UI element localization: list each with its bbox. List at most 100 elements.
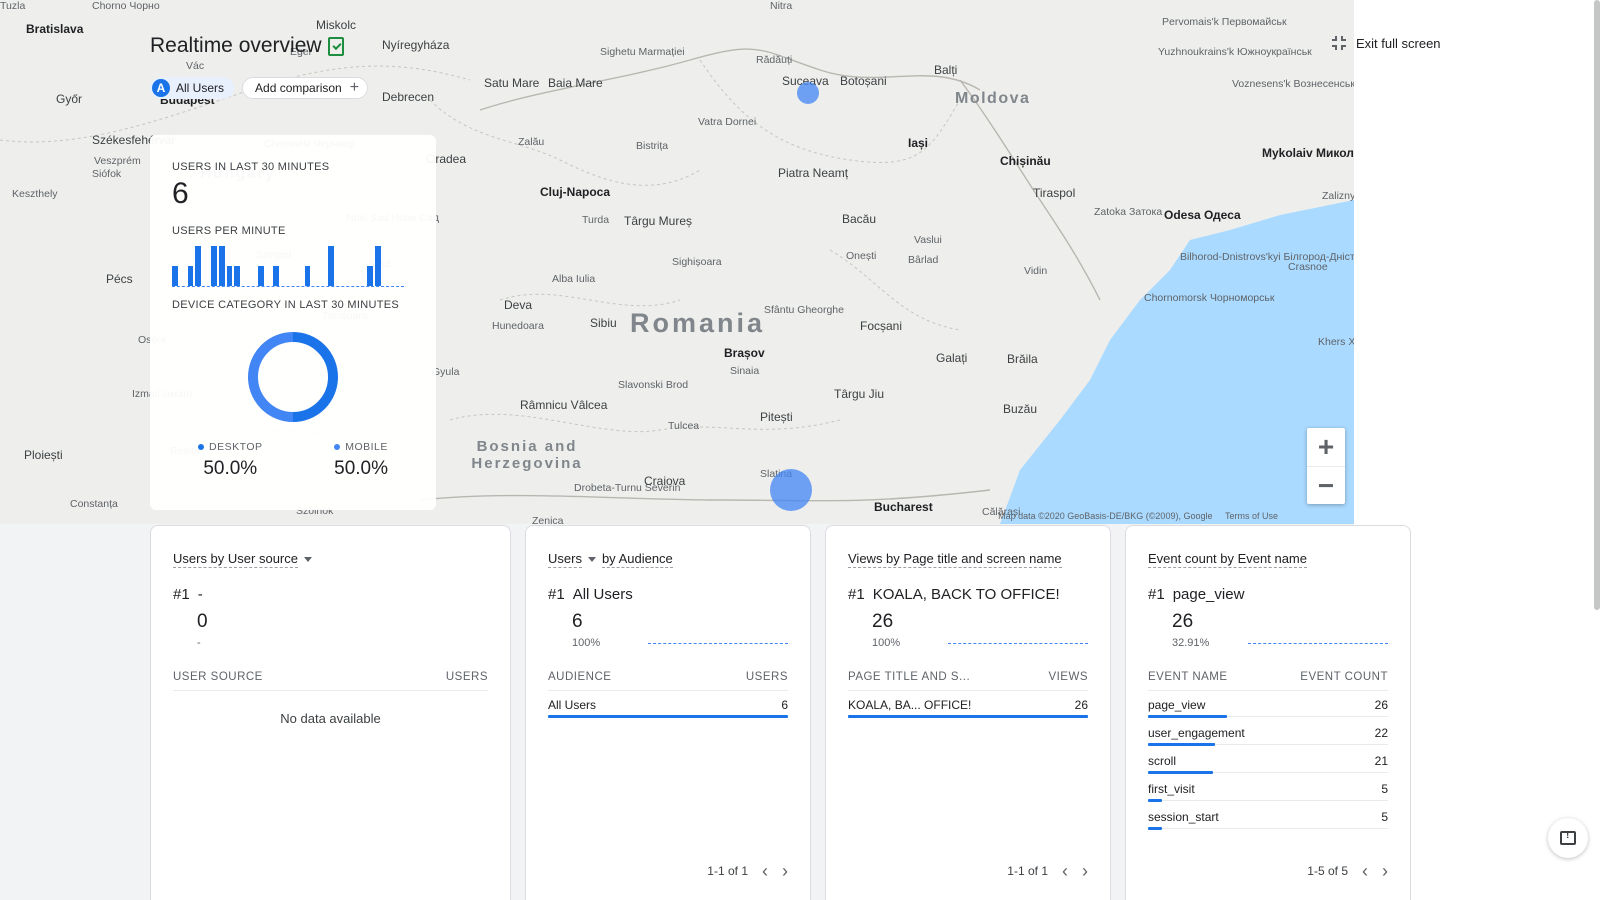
row-name: user_engagement: [1148, 726, 1245, 740]
map-label-sibiu: Sibiu: [590, 316, 617, 330]
prev-page-icon[interactable]: ‹: [1362, 862, 1368, 880]
map-label-r-d-u-i: Rădăuți: [756, 54, 793, 66]
map-label-bac-u: Bacău: [842, 212, 877, 226]
realtime-summary-card: USERS IN LAST 30 MINUTES 6 USERS PER MIN…: [150, 135, 436, 510]
exit-fullscreen-button[interactable]: Exit full screen: [1320, 24, 1453, 62]
next-page-icon[interactable]: ›: [782, 862, 788, 880]
row-name: All Users: [548, 698, 597, 712]
map-label-ploie-ti: Ploiești: [24, 448, 63, 462]
table-row[interactable]: scroll 21: [1148, 747, 1388, 775]
col-users: USERS: [445, 671, 488, 683]
card-events-title-text: Event count by Event name: [1148, 550, 1307, 568]
map-label-satu-mare: Satu Mare: [484, 76, 540, 90]
table-row[interactable]: page_view 26: [1148, 691, 1388, 719]
top-value: 26: [872, 611, 894, 632]
segment-badge: A: [152, 79, 170, 97]
row-name: first_visit: [1148, 782, 1195, 796]
table-body: page_view 26 user_engagement 22 scroll 21 firs…: [1148, 691, 1388, 831]
map-label-bucharest: Bucharest: [874, 500, 933, 514]
top-pct: 100%: [572, 637, 601, 649]
col-page-title: PAGE TITLE AND S...: [848, 671, 971, 683]
table-row[interactable]: All Users 6: [548, 691, 788, 719]
comparison-chips: A All Users Add comparison +: [150, 77, 369, 99]
next-page-icon[interactable]: ›: [1082, 862, 1088, 880]
card-audience-title[interactable]: Users by Audience: [548, 550, 788, 568]
map-label-gala-i: Galați: [936, 351, 968, 365]
row-name: session_start: [1148, 810, 1219, 824]
table-row[interactable]: KOALA, BA... OFFICE! 26: [848, 691, 1088, 719]
map-label-chornomorsk: Chornomorsk Чорноморськ: [1144, 292, 1275, 304]
all-users-chip[interactable]: A All Users: [150, 77, 235, 99]
row-value: 22: [1374, 726, 1388, 740]
feedback-button[interactable]: [1548, 818, 1588, 858]
map-label-vatra-dornei: Vatra Dornei: [698, 116, 757, 128]
col-event-count: EVENT COUNT: [1300, 671, 1388, 683]
row-value: 5: [1381, 810, 1388, 824]
table-row[interactable]: first_visit 5: [1148, 775, 1388, 803]
per-minute-bar: [172, 266, 178, 286]
map-label-moldova: Moldova: [955, 90, 1031, 107]
col-user-source: USER SOURCE: [173, 671, 263, 683]
card-source-title[interactable]: Users by User source: [173, 550, 488, 568]
top-rank: #1: [548, 586, 565, 603]
per-minute-bar: [327, 246, 334, 286]
per-minute-bar: [226, 266, 233, 286]
device-donut-chart[interactable]: [172, 329, 414, 425]
map-attribution: Map data ©2020 GeoBasis-DE/BKG (©2009), …: [988, 511, 1278, 521]
map-label-sighetu-marma-iei: Sighetu Marmației: [600, 46, 685, 58]
zoom-in-button[interactable]: +: [1307, 428, 1345, 466]
sparkline: [948, 643, 1088, 644]
map-label-odesa: Odesa Одеса: [1164, 208, 1241, 222]
map-label-zenica: Zenica: [532, 515, 564, 524]
users-bubble-bucharest[interactable]: [770, 469, 812, 511]
per-minute-bar: [273, 266, 280, 286]
legend-desktop-label: DESKTOP: [209, 441, 263, 453]
card-events-title[interactable]: Event count by Event name: [1148, 550, 1388, 568]
page-scrollbar[interactable]: [1594, 0, 1600, 610]
map-label-tulcea: Tulcea: [668, 420, 700, 432]
table-header: AUDIENCE USERS: [548, 671, 788, 691]
next-page-icon[interactable]: ›: [1382, 862, 1388, 880]
card-audience-dimension: by Audience: [601, 550, 673, 568]
terms-of-use-link[interactable]: Terms of Use: [1225, 511, 1278, 521]
feedback-icon: [1560, 830, 1576, 845]
row-value: 26: [1074, 698, 1088, 712]
prev-page-icon[interactable]: ‹: [762, 862, 768, 880]
users-per-minute-chart[interactable]: [172, 245, 404, 287]
map-label-v-c: Vác: [186, 60, 205, 72]
legend-desktop: DESKTOP 50.0%: [198, 441, 263, 480]
per-minute-bar: [374, 246, 381, 286]
users-30min-value: 6: [172, 177, 189, 210]
row-bar-fill: [548, 715, 788, 718]
card-event-count: Event count by Event name #1 page_view 2…: [1125, 525, 1411, 900]
map-label-nitra: Nitra: [770, 0, 793, 12]
map-label-voznesens-k: Voznesens'k Вознесенськ: [1232, 78, 1354, 90]
table-row[interactable]: session_start 5: [1148, 803, 1388, 831]
top-item: #1 -: [173, 586, 488, 603]
top-item: #1 All Users: [548, 586, 788, 603]
add-comparison-button[interactable]: Add comparison +: [242, 77, 369, 99]
table-row[interactable]: user_engagement 22: [1148, 719, 1388, 747]
dropdown-caret-icon: [303, 556, 312, 562]
map-label-sf-ntu-gheorghe: Sfântu Gheorghe: [764, 304, 844, 316]
table-body: All Users 6: [548, 691, 788, 719]
donut-slice-desktop[interactable]: [292, 332, 338, 422]
map-label-ny-regyh-za: Nyíregyháza: [382, 38, 450, 52]
map-label-pite-ti: Pitești: [760, 410, 793, 424]
users-bubble-suceava[interactable]: [797, 82, 819, 104]
prev-page-icon[interactable]: ‹: [1062, 862, 1068, 880]
map-label-deva: Deva: [504, 298, 533, 312]
row-bar-fill: [1148, 799, 1163, 802]
row-name: page_view: [1148, 698, 1206, 712]
page-title: Realtime overview: [150, 34, 344, 58]
zoom-out-button[interactable]: −: [1307, 466, 1345, 504]
donut-slice-mobile[interactable]: [248, 332, 294, 422]
legend-mobile-value: 50.0%: [334, 458, 388, 479]
card-views-title[interactable]: Views by Page title and screen name: [848, 550, 1088, 568]
row-name: scroll: [1148, 754, 1177, 768]
map-label-tiraspol: Tiraspol: [1033, 186, 1076, 200]
map-label-zal-u: Zalău: [518, 136, 545, 148]
map-label-foc-ani: Focșani: [860, 319, 903, 333]
dropdown-caret-icon: [587, 556, 596, 562]
add-comparison-label: Add comparison: [255, 81, 342, 95]
